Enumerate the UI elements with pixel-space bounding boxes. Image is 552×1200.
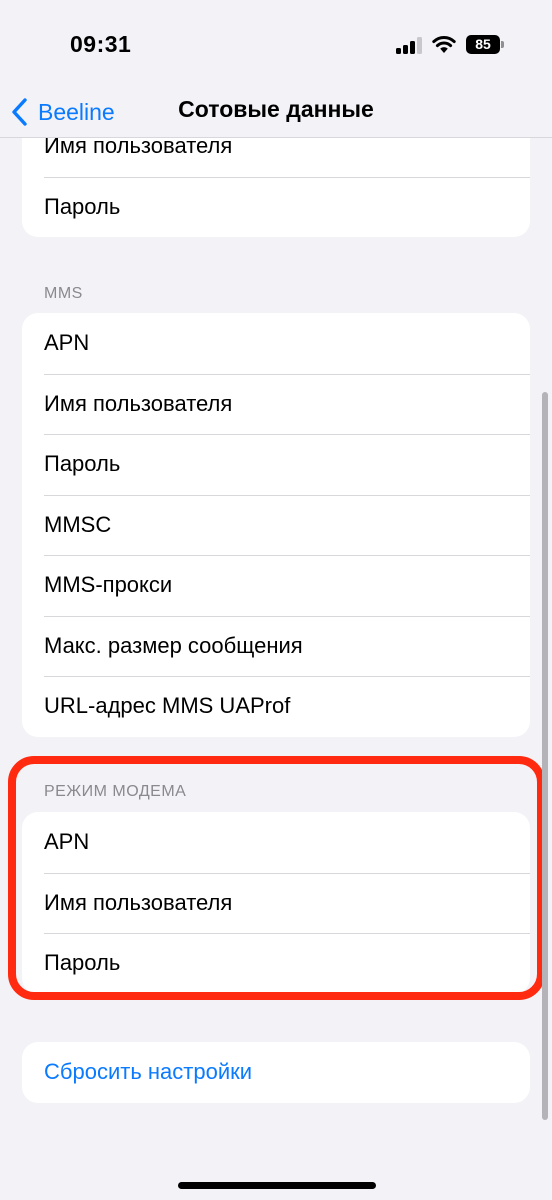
page-title: Сотовые данные bbox=[178, 96, 374, 122]
list-item-mms-proxy[interactable]: MMS-прокси bbox=[22, 555, 530, 616]
list-item-mms-apn[interactable]: APN bbox=[22, 313, 530, 374]
list-item-mms-password[interactable]: Пароль bbox=[22, 434, 530, 495]
row-label: Пароль bbox=[44, 451, 121, 477]
settings-list[interactable]: Имя пользователя Пароль MMS APN Имя поль… bbox=[0, 0, 552, 1200]
row-label: URL-адрес MMS UAProf bbox=[44, 693, 291, 719]
wifi-icon bbox=[432, 35, 456, 53]
row-label: Пароль bbox=[44, 950, 121, 976]
status-time: 09:31 bbox=[70, 31, 132, 57]
signal-icon bbox=[396, 37, 422, 54]
battery-icon: 85 bbox=[466, 35, 504, 54]
reset-group: Сбросить настройки bbox=[22, 1042, 530, 1103]
list-item-modem-password[interactable]: Пароль bbox=[22, 933, 530, 994]
row-label: Имя пользователя bbox=[44, 390, 233, 416]
screen: Имя пользователя Пароль MMS APN Имя поль… bbox=[0, 0, 552, 1200]
list-item-mms-uaprof-url[interactable]: URL-адрес MMS UAProf bbox=[22, 676, 530, 737]
home-indicator[interactable] bbox=[178, 1182, 376, 1189]
row-label: Макс. размер сообщения bbox=[44, 632, 303, 658]
section-header-modem: РЕЖИМ МОДЕМА bbox=[44, 783, 187, 800]
list-item-password[interactable]: Пароль bbox=[22, 176, 530, 238]
reset-label: Сбросить настройки bbox=[44, 1059, 253, 1085]
reset-settings-button[interactable]: Сбросить настройки bbox=[22, 1042, 530, 1103]
list-item-modem-username[interactable]: Имя пользователя bbox=[22, 872, 530, 934]
list-item-mms-username[interactable]: Имя пользователя bbox=[22, 373, 530, 435]
row-label: MMSC bbox=[44, 511, 112, 537]
battery-level: 85 bbox=[466, 35, 500, 54]
mms-group: APN Имя пользователя Пароль MMSC MMS-про… bbox=[22, 313, 530, 737]
section-header-mms: MMS bbox=[44, 285, 83, 302]
status-bar: 09:31 85 bbox=[0, 0, 552, 90]
row-label: MMS-прокси bbox=[44, 572, 173, 598]
list-item-mmsc[interactable]: MMSC bbox=[22, 494, 530, 556]
row-label: Имя пользователя bbox=[44, 889, 233, 915]
list-item-modem-apn[interactable]: APN bbox=[22, 812, 530, 873]
row-label: APN bbox=[44, 829, 90, 855]
scrollbar[interactable] bbox=[542, 392, 548, 1120]
navigation-bar: Beeline Сотовые данные bbox=[0, 90, 552, 138]
row-label: Пароль bbox=[44, 193, 121, 219]
row-label: APN bbox=[44, 330, 90, 356]
modem-group: APN Имя пользователя Пароль bbox=[22, 812, 530, 994]
list-item-max-message-size[interactable]: Макс. размер сообщения bbox=[22, 615, 530, 677]
